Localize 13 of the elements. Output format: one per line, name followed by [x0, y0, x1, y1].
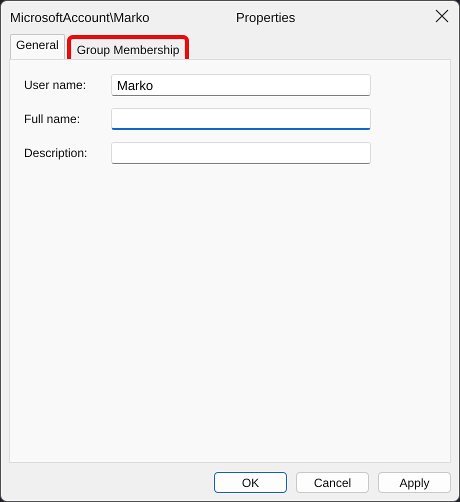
input-field[interactable] [111, 142, 371, 164]
dialog-button[interactable]: Apply [378, 472, 451, 493]
window-title: Properties [236, 10, 296, 24]
input-field[interactable]: Marko [111, 74, 371, 96]
field-label: User name: [24, 78, 88, 92]
tab[interactable]: General [10, 34, 65, 59]
dialog-button[interactable]: OK [214, 472, 287, 493]
field-label: Description: [24, 146, 88, 160]
dialog-button[interactable]: Cancel [296, 472, 369, 493]
field-label: Full name: [24, 112, 82, 126]
close-icon[interactable] [435, 9, 449, 23]
window-account-name: MicrosoftAccount\Marko [10, 10, 150, 24]
input-field[interactable] [111, 108, 371, 130]
